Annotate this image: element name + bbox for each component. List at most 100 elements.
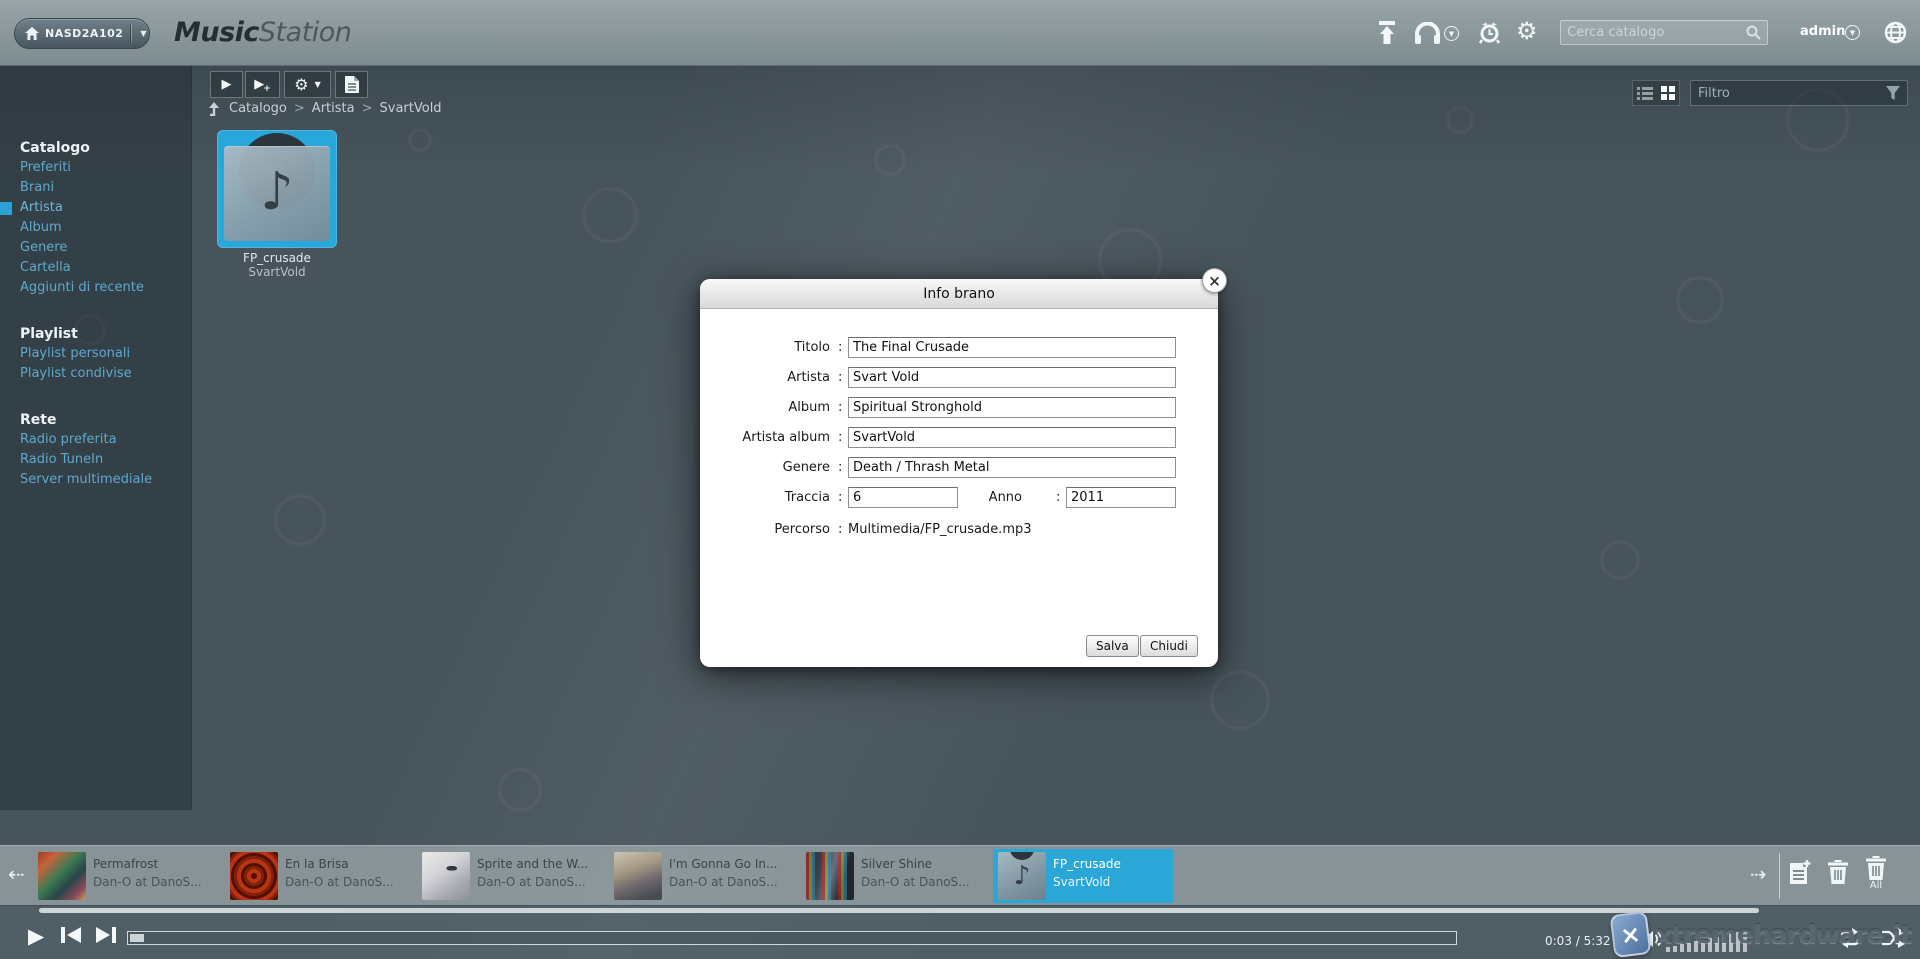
app-background: NASD2A102 ▼ MusicStation ▼ ⚙ admin ▼ (0, 0, 1920, 959)
album-tile-selected[interactable]: ♪ (217, 130, 337, 248)
track-artwork (38, 852, 86, 900)
grid-view-icon[interactable] (1661, 86, 1675, 100)
sidebar-section-catalogo: Catalogo (20, 138, 191, 158)
gear-icon[interactable]: ⚙ (1516, 17, 1538, 45)
field-label-genere: Genere (700, 457, 830, 479)
player-queue-bar: ⇠ Permafrost Dan-O at DanoS... En la Bri… (0, 845, 1920, 905)
queue-item[interactable]: I'm Gonna Go In... Dan-O at DanoS... (609, 849, 795, 903)
sidebar-item-radio-preferita[interactable]: Radio preferita (20, 430, 191, 450)
gear-icon: ⚙ (294, 77, 308, 93)
user-menu[interactable]: admin (1800, 24, 1845, 39)
breadcrumb-artista[interactable]: Artista (312, 101, 355, 116)
sidebar-item-brani[interactable]: Brani (20, 178, 191, 198)
artista-field[interactable] (848, 367, 1176, 388)
album-artist: SvartVold (197, 265, 357, 279)
nas-selector-button[interactable]: NASD2A102 ▼ (14, 18, 150, 49)
watermark-text: xtremehardware.it (1656, 920, 1912, 949)
previous-track-icon[interactable] (60, 926, 82, 944)
clear-all-label: All (1866, 881, 1886, 891)
sidebar-item-aggiunti[interactable]: Aggiunti di recente (20, 278, 191, 298)
document-icon (345, 76, 359, 93)
dialog-title: Info brano (700, 279, 1218, 309)
sidebar-item-playlist-condivise[interactable]: Playlist condivise (20, 364, 191, 384)
active-item-marker (0, 202, 12, 215)
breadcrumb-separator: > (362, 101, 373, 116)
chevron-down-icon[interactable]: ▼ (140, 29, 146, 38)
sidebar-item-preferiti[interactable]: Preferiti (20, 158, 191, 178)
home-icon (25, 27, 39, 40)
sidebar: Catalogo Preferiti Brani Artista Album G… (0, 66, 192, 810)
queue-item[interactable]: En la Brisa Dan-O at DanoS... (225, 849, 411, 903)
view-toggle (1632, 80, 1680, 106)
clear-all-icon[interactable]: All (1866, 856, 1886, 891)
seek-bar[interactable] (127, 931, 1457, 945)
play-button[interactable]: ▶ (210, 71, 243, 98)
level-up-icon[interactable] (208, 102, 222, 116)
funnel-icon[interactable] (1886, 86, 1900, 101)
list-view-icon[interactable] (1637, 87, 1653, 100)
album-field[interactable] (848, 397, 1176, 418)
queue-scroll-right-icon[interactable]: ⇢ (1750, 862, 1767, 886)
track-artwork (230, 852, 278, 900)
sidebar-item-cartella[interactable]: Cartella (20, 258, 191, 278)
titolo-field[interactable] (848, 337, 1176, 358)
settings-button[interactable]: ⚙ ▼ (284, 71, 331, 98)
anno-field[interactable] (1066, 487, 1176, 508)
track-artwork (806, 852, 854, 900)
track-title: Permafrost (93, 857, 158, 871)
track-artwork: ♪ (998, 852, 1046, 900)
music-note-icon: ♪ (1014, 861, 1031, 891)
playback-time: 0:03 / 5:32 (1545, 934, 1611, 948)
search-icon[interactable] (1746, 25, 1761, 40)
filter-box (1690, 80, 1908, 106)
sidebar-item-artista[interactable]: Artista (20, 198, 191, 218)
globe-icon[interactable] (1884, 21, 1907, 44)
sidebar-item-genere[interactable]: Genere (20, 238, 191, 258)
next-track-icon[interactable] (95, 926, 117, 944)
percorso-value: Multimedia/FP_crusade.mp3 (848, 519, 1032, 541)
queue-item[interactable]: Silver Shine Dan-O at DanoS... (801, 849, 987, 903)
track-title: Sprite and the W... (477, 857, 588, 871)
queue-item-current[interactable]: ♪ FP_crusade SvartVold (993, 849, 1173, 903)
queue-scroll-left-icon[interactable]: ⇠ (8, 862, 25, 886)
user-menu-caret-icon[interactable]: ▼ (1845, 25, 1860, 40)
divider (131, 24, 132, 43)
sidebar-item-playlist-personali[interactable]: Playlist personali (20, 344, 191, 364)
save-button[interactable]: Salva (1086, 635, 1139, 657)
plus-icon: + (263, 84, 271, 94)
artista-album-field[interactable] (848, 427, 1176, 448)
track-artist: Dan-O at DanoS... (93, 875, 202, 889)
close-icon[interactable]: × (1202, 268, 1227, 293)
sidebar-section-playlist: Playlist (20, 324, 191, 344)
upload-icon[interactable] (1376, 21, 1398, 45)
filter-input[interactable] (1698, 86, 1886, 101)
song-info-dialog: Info brano × Titolo : Artista : Album : … (700, 279, 1218, 667)
queue-item[interactable]: Sprite and the W... Dan-O at DanoS... (417, 849, 603, 903)
save-playlist-icon[interactable] (1790, 860, 1811, 884)
remove-track-icon[interactable] (1828, 860, 1848, 884)
search-input[interactable] (1567, 25, 1746, 40)
sidebar-item-server-multimediale[interactable]: Server multimediale (20, 470, 191, 490)
alarm-icon[interactable] (1478, 21, 1501, 44)
track-title: FP_crusade (1053, 857, 1121, 871)
app-header: NASD2A102 ▼ MusicStation ▼ ⚙ admin ▼ (0, 0, 1920, 66)
genere-field[interactable] (848, 457, 1176, 478)
headphones-menu-caret-icon[interactable]: ▼ (1444, 26, 1459, 41)
field-label-artista-album: Artista album (700, 427, 830, 449)
add-to-queue-button[interactable]: ▶ + (245, 71, 280, 98)
breadcrumb-catalogo[interactable]: Catalogo (229, 101, 287, 116)
catalog-search-box (1560, 20, 1768, 45)
queue-scrollbar[interactable] (39, 908, 1759, 913)
logo-light: Station (259, 17, 352, 48)
track-title: En la Brisa (285, 857, 349, 871)
close-button[interactable]: Chiudi (1140, 635, 1198, 657)
headphones-icon[interactable] (1414, 22, 1441, 45)
field-label-artista: Artista (700, 367, 830, 389)
queue-item[interactable]: Permafrost Dan-O at DanoS... (33, 849, 219, 903)
play-button[interactable]: ▶ (28, 926, 44, 947)
track-artist: Dan-O at DanoS... (285, 875, 394, 889)
song-info-button[interactable] (335, 71, 368, 98)
sidebar-item-album[interactable]: Album (20, 218, 191, 238)
breadcrumb-current: SvartVold (380, 101, 442, 116)
sidebar-item-radio-tunein[interactable]: Radio TuneIn (20, 450, 191, 470)
